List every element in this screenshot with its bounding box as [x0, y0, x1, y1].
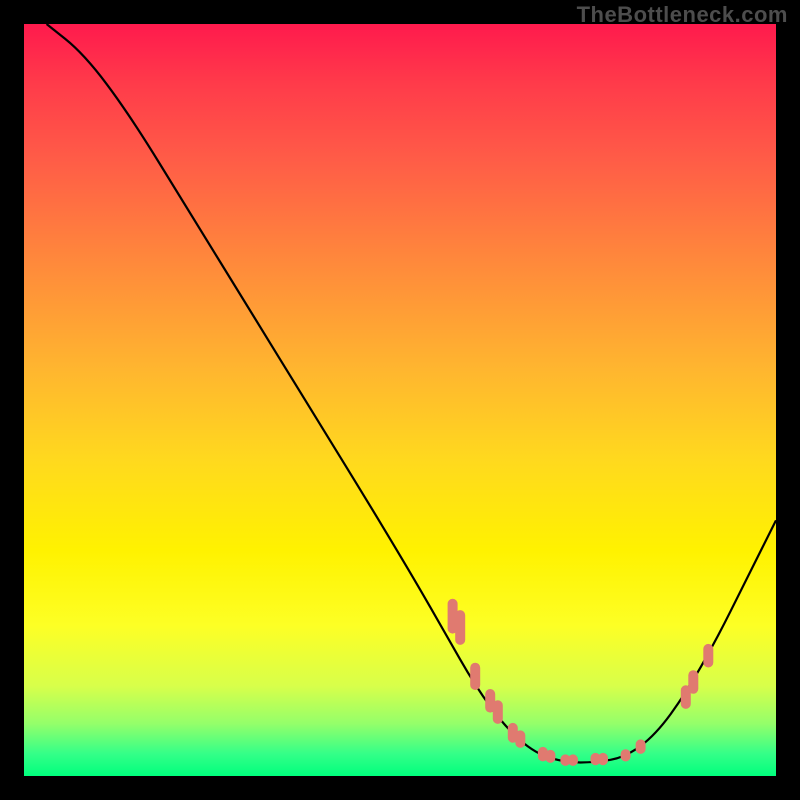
watermark-text: TheBottleneck.com — [577, 2, 788, 28]
data-marker — [546, 750, 555, 762]
data-marker — [569, 755, 578, 766]
data-marker — [704, 644, 713, 667]
data-markers — [448, 599, 713, 765]
data-marker — [516, 731, 525, 748]
chart-area — [24, 24, 776, 776]
data-marker — [456, 611, 465, 645]
data-marker — [599, 753, 608, 764]
chart-svg — [24, 24, 776, 776]
data-marker — [636, 740, 645, 754]
data-marker — [493, 701, 502, 724]
data-marker — [621, 750, 630, 761]
data-marker — [689, 671, 698, 694]
bottleneck-curve — [47, 24, 776, 762]
data-marker — [471, 663, 480, 689]
